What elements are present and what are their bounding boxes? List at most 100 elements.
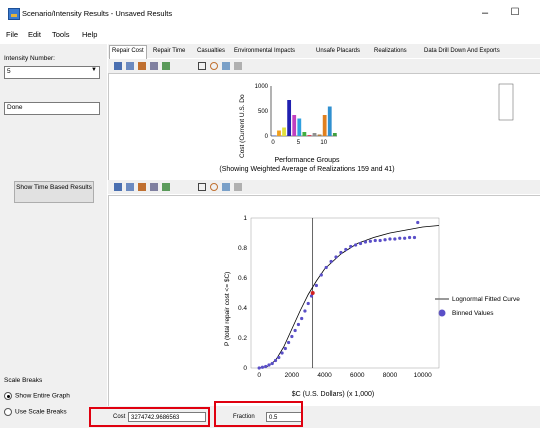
tab-strip: Repair Cost Repair Time Casualties Envir… (108, 44, 540, 59)
cdf-xtick-label: 8000 (383, 372, 398, 379)
print-icon[interactable] (126, 62, 134, 70)
highlight-fraction (214, 401, 303, 427)
menu-tools[interactable]: Tools (52, 30, 70, 39)
cost-by-group-chart: Performance Groups (Showing Weighted Ave… (108, 73, 540, 181)
copy-icon[interactable] (114, 183, 122, 191)
intensity-select[interactable]: 5 ▼ (4, 66, 100, 79)
show-entire-graph-option[interactable]: Show Entire Graph (4, 392, 70, 400)
highlight-cost (89, 407, 210, 427)
tab-repair-time[interactable]: Repair Time (151, 46, 187, 57)
binned-point (314, 283, 318, 288)
binned-point (300, 316, 304, 321)
bar (272, 135, 276, 136)
use-scale-breaks-label: Use Scale Breaks (15, 408, 67, 416)
binned-point (280, 351, 284, 355)
bar (302, 132, 307, 136)
settings-icon[interactable] (162, 183, 170, 191)
legend-point-swatch (438, 309, 446, 317)
menu-file[interactable]: File (6, 30, 18, 39)
binned-point (273, 358, 278, 363)
cost-cdf-chart: $C (U.S. Dollars) (x 1,000) P (total rep… (108, 195, 540, 407)
binned-point (303, 309, 307, 313)
bar (297, 118, 302, 136)
binned-point (287, 340, 291, 345)
intensity-label: Intensity Number: (4, 55, 55, 62)
cdf-xtick-label: 2000 (285, 372, 300, 379)
intensity-value: 5 (7, 68, 11, 75)
use-scale-breaks-option[interactable]: Use Scale Breaks (4, 408, 67, 416)
print-icon[interactable] (126, 183, 134, 191)
binned-point (407, 235, 412, 240)
chart-type-icon[interactable] (138, 62, 146, 70)
bar-ytick-label: 500 (258, 109, 269, 115)
grid-icon[interactable] (222, 183, 230, 191)
menu-help[interactable]: Help (82, 30, 97, 39)
status-field: Done (4, 102, 100, 115)
bar-xtick-label: 0 (271, 140, 275, 146)
legend-lognormal: Lognormal Fitted Curve (452, 296, 520, 303)
zoom-icon[interactable] (210, 183, 218, 191)
binned-point (416, 220, 420, 225)
settings-icon[interactable] (162, 62, 170, 70)
bar-chart-svg: Performance Groups (Showing Weighted Ave… (219, 83, 514, 173)
binned-point (403, 236, 407, 240)
tab-repair-cost[interactable]: Repair Cost (109, 45, 147, 59)
binned-point (293, 328, 297, 333)
binned-point (283, 346, 287, 351)
bar (307, 135, 312, 136)
grid-icon[interactable] (222, 62, 230, 70)
chevron-down-icon[interactable]: ▼ (91, 67, 97, 73)
binned-point (368, 239, 372, 243)
cdf-ytick-label: 0.4 (238, 305, 247, 312)
cdf-xtick-label: 0 (257, 372, 261, 379)
pointer-icon[interactable] (198, 62, 206, 70)
lognormal-curve (259, 225, 440, 369)
cdf-xlabel: $C (U.S. Dollars) (x 1,000) (292, 391, 374, 398)
status-value: Done (7, 104, 23, 111)
radio-checked-icon[interactable] (4, 392, 12, 400)
cdf-xtick-label: 6000 (350, 372, 365, 379)
cdf-xtick-label: 10000 (414, 372, 432, 379)
binned-point (257, 366, 261, 370)
chart-type-icon[interactable] (138, 183, 146, 191)
binned-point (306, 301, 310, 306)
chart-toolbar-top (108, 59, 540, 73)
axis-icon[interactable] (234, 62, 242, 70)
radio-unchecked-icon[interactable] (4, 408, 12, 416)
pointer-icon[interactable] (198, 183, 206, 191)
binned-point (319, 273, 323, 277)
axis-icon[interactable] (234, 183, 242, 191)
binned-point (324, 265, 328, 270)
binned-point (334, 255, 338, 259)
zoom-icon[interactable] (210, 62, 218, 70)
bar (312, 133, 317, 136)
bar (317, 134, 322, 136)
minimize-button[interactable]: – (470, 3, 500, 23)
cdf-chart-svg: $C (U.S. Dollars) (x 1,000) P (total rep… (224, 215, 540, 398)
palette-icon[interactable] (150, 62, 158, 70)
bar-xtick-label: 5 (297, 140, 301, 146)
show-time-based-results-button[interactable]: Show Time Based Results (14, 181, 94, 203)
bar-ylabel: Cost (Current U.S. Do (239, 94, 246, 158)
tab-realizations[interactable]: Realizations (372, 46, 409, 57)
palette-icon[interactable] (150, 183, 158, 191)
tab-unsafe-placards[interactable]: Unsafe Placards (314, 46, 362, 57)
tab-casualties[interactable]: Casualties (195, 46, 227, 57)
binned-point (358, 241, 363, 246)
tab-environmental-impacts[interactable]: Environmental Impacts (232, 46, 297, 57)
cdf-ytick-label: 0.6 (238, 275, 247, 282)
cdf-ytick-label: 1 (243, 215, 247, 222)
bar-xtick-label: 10 (320, 140, 327, 146)
binned-point (270, 361, 274, 366)
bar-xlabel: Performance Groups (275, 157, 340, 164)
bar (287, 100, 292, 136)
copy-icon[interactable] (114, 62, 122, 70)
binned-point (398, 236, 402, 240)
fraction-marker (310, 291, 315, 295)
menu-edit[interactable]: Edit (28, 30, 41, 39)
window-title: Scenario/Intensity Results - Unsaved Res… (22, 9, 173, 18)
cdf-ytick-label: 0 (243, 365, 247, 372)
maximize-button[interactable]: ☐ (500, 3, 530, 23)
binned-point (378, 238, 382, 243)
tab-data-drill-down[interactable]: Data Drill Down And Exports (422, 46, 502, 57)
